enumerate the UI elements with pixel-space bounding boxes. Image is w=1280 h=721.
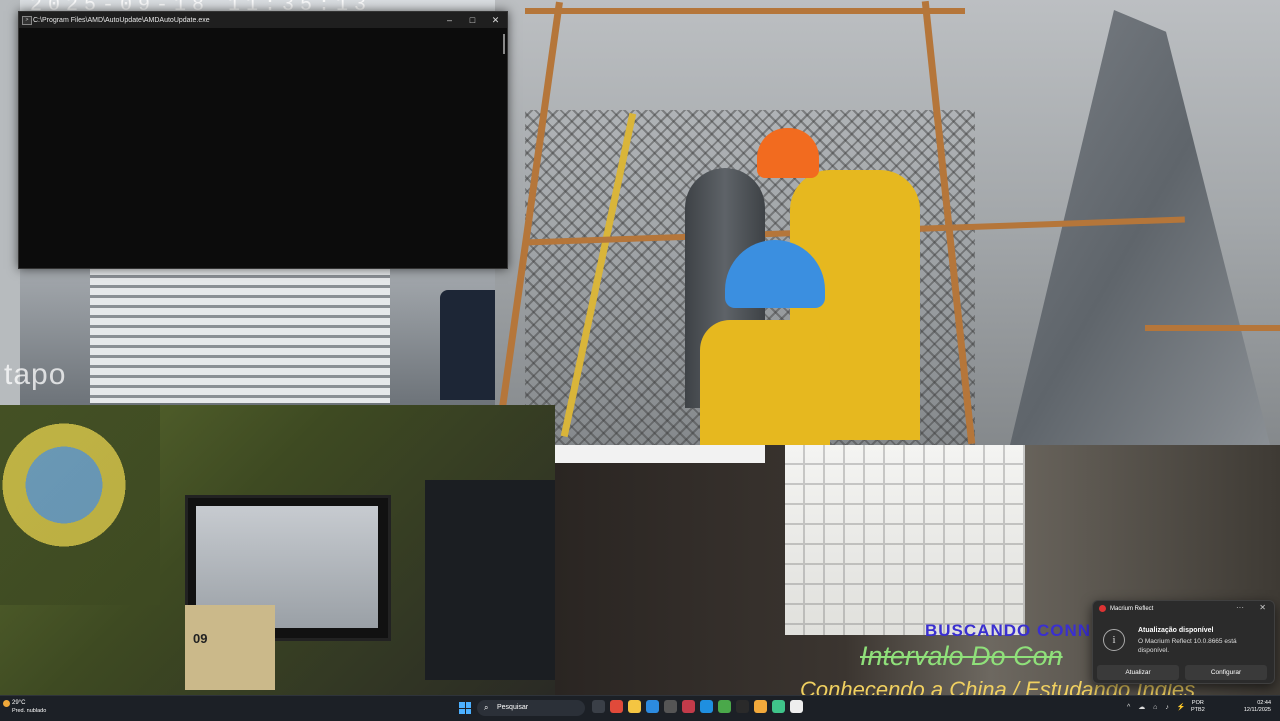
chrome-alt-icon[interactable] [718,700,731,713]
console-window[interactable]: > C:\Program Files\AMD\AutoUpdate\AMDAut… [18,11,508,269]
camera-wall [0,0,20,405]
edge-icon[interactable] [646,700,659,713]
console-scrollbar[interactable] [503,34,505,54]
toast-close-button[interactable]: ✕ [1259,603,1266,612]
keyboard-layout: PTB2 [1191,707,1205,713]
toast-body: O Macrium Reflect 10.0.8665 está disponí… [1138,638,1237,654]
close-button[interactable]: ✕ [484,12,507,28]
console-title: C:\Program Files\AMD\AutoUpdate\AMDAutoU… [33,16,210,24]
info-icon: i [1103,629,1125,651]
overlay-ticker-top: BUSCANDO CONNE [925,621,1104,640]
macrium-app-icon [1099,605,1106,612]
obs-icon[interactable] [736,700,749,713]
clock-time: 02:44 [1257,700,1271,706]
computer-monitor [425,480,555,680]
search-icon: ⌕ [484,703,489,712]
maximize-button[interactable]: □ [461,12,484,28]
video-app-icon[interactable] [682,700,695,713]
extra-icon[interactable] [790,700,803,713]
overlay-ticker-middle: Intervalo Do Con [860,641,1063,671]
window-controls: – □ ✕ [438,12,507,28]
windows-start-icon[interactable] [459,702,471,714]
toast-title: Atualização disponível [1138,627,1214,634]
desk-calendar: 09 [185,605,275,690]
weather-desc: Pred. nublado [12,708,47,714]
orange-hardhat [757,128,819,178]
skyscraper [1010,10,1270,445]
minimize-button[interactable]: – [438,12,461,28]
scaffold-bar [525,8,965,14]
clock-date: 12/11/2025 [1243,707,1271,713]
construction-video [495,0,1280,445]
calendar-day: 09 [193,631,208,646]
scaffold-bar [1145,325,1280,331]
room-window [785,445,1025,635]
update-button[interactable]: Atualizar [1097,665,1179,680]
pinned-apps [592,700,803,713]
language-indicator[interactable]: POR PTB2 [1191,700,1205,714]
file-explorer-icon[interactable] [592,700,605,713]
chrome-icon[interactable] [610,700,623,713]
store-icon[interactable] [664,700,677,713]
camera-car [440,290,495,400]
system-tray-icons[interactable]: ^ ☁ ⌂ ♪ ⚡ [1127,703,1189,711]
weather-icon [3,700,10,707]
worker-yellow-suit [700,320,830,445]
toast-header: Macrium Reflect [1099,605,1153,612]
notification-toast[interactable]: Macrium Reflect ··· ✕ i Atualização disp… [1092,600,1275,684]
overlay-bar [555,445,765,463]
taskbar-search[interactable]: ⌕ Pesquisar [477,700,585,716]
search-placeholder: Pesquisar [497,704,529,711]
configure-button[interactable]: Configurar [1185,665,1267,680]
taskbar: 29°C Pred. nublado ⌕ Pesquisar ^ ☁ ⌂ ♪ ⚡… [0,695,1280,721]
photos-icon[interactable] [754,700,767,713]
more-options-button[interactable]: ··· [1236,603,1244,612]
mail-icon[interactable] [700,700,713,713]
language-code: POR [1191,700,1204,706]
toast-app-name: Macrium Reflect [1110,605,1154,612]
terminal-icon[interactable] [772,700,785,713]
folder-icon[interactable] [628,700,641,713]
console-titlebar[interactable]: > C:\Program Files\AMD\AutoUpdate\AMDAut… [19,12,507,28]
weather-temp: 29°C [12,700,26,706]
room-webcam: 09 [0,405,555,695]
camera-brand-watermark: tapo [4,358,67,391]
weather-widget[interactable]: 29°C Pred. nublado [3,699,47,715]
terminal-icon: > [22,16,32,25]
system-clock[interactable]: 02:44 12/11/2025 [1235,700,1271,714]
camera-gate [90,268,390,403]
graffiti-wall [0,405,160,605]
